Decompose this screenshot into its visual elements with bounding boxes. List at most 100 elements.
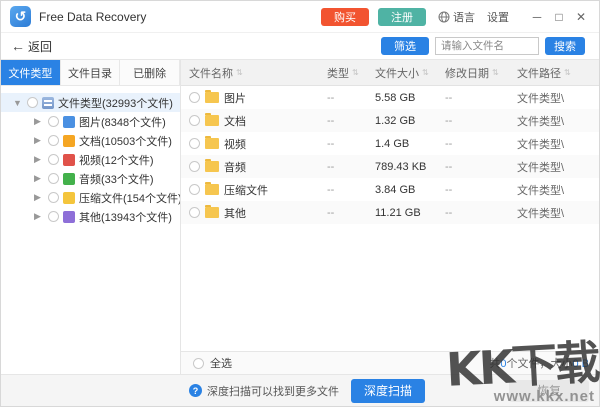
caret-right-icon[interactable]: ▶ <box>34 211 44 222</box>
column-header-name[interactable]: 文件名称 ⇅ <box>181 65 327 81</box>
file-size: 1.4 GB <box>375 138 445 150</box>
file-path: 文件类型\ <box>517 136 599 152</box>
search-input[interactable] <box>435 37 539 55</box>
column-header-date[interactable]: 修改日期 ⇅ <box>445 65 517 81</box>
tree-item-audio[interactable]: ▶ 音频(33个文件) <box>1 169 180 188</box>
row-radio[interactable] <box>189 207 200 218</box>
file-path: 文件类型\ <box>517 113 599 129</box>
settings-button[interactable]: 设置 <box>487 9 509 25</box>
toolbar: ← 返回 筛选 搜索 <box>1 33 599 60</box>
caret-right-icon[interactable]: ▶ <box>34 173 44 184</box>
table-row[interactable]: 文档 -- 1.32 GB -- 文件类型\ <box>181 109 599 132</box>
image-type-icon <box>63 116 75 128</box>
maximize-icon[interactable]: □ <box>551 10 567 24</box>
deep-scan-hint-text: 深度扫描可以找到更多文件 <box>207 383 339 399</box>
file-path: 文件类型\ <box>517 90 599 106</box>
file-date: -- <box>445 207 517 219</box>
deep-scan-hint: ? 深度扫描可以找到更多文件 <box>189 383 339 399</box>
filter-button[interactable]: 筛选 <box>381 37 429 55</box>
sidebar-tabs: 文件类型 文件目录 已删除 <box>1 60 180 86</box>
file-date: -- <box>445 138 517 150</box>
tab-file-directory[interactable]: 文件目录 <box>61 60 121 85</box>
caret-right-icon[interactable]: ▶ <box>34 154 44 165</box>
tree-item-label: 图片(8348个文件) <box>79 114 166 130</box>
column-header-path[interactable]: 文件路径 ⇅ <box>517 65 599 81</box>
sort-icon[interactable]: ⇅ <box>564 68 571 77</box>
sort-icon[interactable]: ⇅ <box>492 68 499 77</box>
table-row[interactable]: 视频 -- 1.4 GB -- 文件类型\ <box>181 132 599 155</box>
table-row[interactable]: 图片 -- 5.58 GB -- 文件类型\ <box>181 86 599 109</box>
column-header-size[interactable]: 文件大小 ⇅ <box>375 65 445 81</box>
file-name: 其他 <box>224 205 246 221</box>
file-table: 文件名称 ⇅ 类型 ⇅ 文件大小 ⇅ 修改日期 ⇅ 文件路径 ⇅ <box>181 60 599 374</box>
video-type-icon <box>63 154 75 166</box>
archive-type-icon <box>63 192 75 204</box>
row-radio[interactable] <box>189 115 200 126</box>
file-type: -- <box>327 138 375 150</box>
language-label: 语言 <box>453 9 475 25</box>
caret-right-icon[interactable]: ▶ <box>34 135 44 146</box>
main-area: 文件类型 文件目录 已删除 ▼ 文件类型(32993个文件) ▶ 图片(8348… <box>1 60 599 374</box>
minimize-icon[interactable]: ─ <box>529 10 545 24</box>
caret-right-icon[interactable]: ▶ <box>34 192 44 203</box>
tree-item-images[interactable]: ▶ 图片(8348个文件) <box>1 112 180 131</box>
tab-file-type[interactable]: 文件类型 <box>1 60 61 85</box>
tree-item-label: 文档(10503个文件) <box>79 133 172 149</box>
sort-icon[interactable]: ⇅ <box>352 68 359 77</box>
folder-icon <box>205 184 219 195</box>
table-row[interactable]: 其他 -- 11.21 GB -- 文件类型\ <box>181 201 599 224</box>
row-radio[interactable] <box>189 138 200 149</box>
question-icon[interactable]: ? <box>189 384 202 397</box>
tab-deleted[interactable]: 已删除 <box>120 60 180 85</box>
column-label: 文件路径 <box>517 65 561 81</box>
tree-item-radio[interactable] <box>48 173 59 184</box>
table-row[interactable]: 音频 -- 789.43 KB -- 文件类型\ <box>181 155 599 178</box>
tree-item-label: 其他(13943个文件) <box>79 209 172 225</box>
tree-item-radio[interactable] <box>48 211 59 222</box>
column-label: 文件名称 <box>189 65 233 81</box>
language-button[interactable]: 语言 <box>438 9 475 25</box>
select-all-label: 全选 <box>210 355 232 371</box>
tree-item-radio[interactable] <box>48 192 59 203</box>
tree-item-radio[interactable] <box>48 135 59 146</box>
tree-item-radio[interactable] <box>48 116 59 127</box>
folder-icon <box>205 92 219 103</box>
tree-root-file-types[interactable]: ▼ 文件类型(32993个文件) <box>1 93 180 112</box>
register-button[interactable]: 注册 <box>378 8 426 26</box>
app-logo-icon: ↺ <box>10 6 31 27</box>
total-size: 0 B <box>572 358 589 370</box>
file-path: 文件类型\ <box>517 159 599 175</box>
back-button[interactable]: ← 返回 <box>11 38 52 55</box>
table-row[interactable]: 压缩文件 -- 3.84 GB -- 文件类型\ <box>181 178 599 201</box>
drive-icon <box>42 97 54 109</box>
row-radio[interactable] <box>189 184 200 195</box>
deep-scan-button[interactable]: 深度扫描 <box>351 379 425 403</box>
tree-item-archives[interactable]: ▶ 压缩文件(154个文件) <box>1 188 180 207</box>
caret-down-icon[interactable]: ▼ <box>13 98 23 108</box>
tree-item-documents[interactable]: ▶ 文档(10503个文件) <box>1 131 180 150</box>
buy-button[interactable]: 购买 <box>321 8 369 26</box>
file-date: -- <box>445 92 517 104</box>
tree-item-others[interactable]: ▶ 其他(13943个文件) <box>1 207 180 226</box>
search-button[interactable]: 搜索 <box>545 37 585 55</box>
other-type-icon <box>63 211 75 223</box>
sort-icon[interactable]: ⇅ <box>236 68 243 77</box>
sort-icon[interactable]: ⇅ <box>422 68 429 77</box>
row-radio[interactable] <box>189 92 200 103</box>
tree-item-videos[interactable]: ▶ 视频(12个文件) <box>1 150 180 169</box>
caret-right-icon[interactable]: ▶ <box>34 116 44 127</box>
tree-item-radio[interactable] <box>48 154 59 165</box>
row-radio[interactable] <box>189 161 200 172</box>
file-date: -- <box>445 184 517 196</box>
column-header-type[interactable]: 类型 ⇅ <box>327 65 375 81</box>
back-label: 返回 <box>28 38 52 55</box>
close-icon[interactable]: ✕ <box>573 10 589 24</box>
tree-root-radio[interactable] <box>27 97 38 108</box>
select-all-bar: 全选 共0个文件，大小0 B <box>181 351 599 374</box>
select-all-radio[interactable] <box>193 358 204 369</box>
recover-button[interactable]: 恢复 <box>509 380 589 402</box>
file-name: 压缩文件 <box>224 182 268 198</box>
settings-label: 设置 <box>487 9 509 25</box>
status-text: 共 <box>489 358 500 370</box>
file-type: -- <box>327 184 375 196</box>
